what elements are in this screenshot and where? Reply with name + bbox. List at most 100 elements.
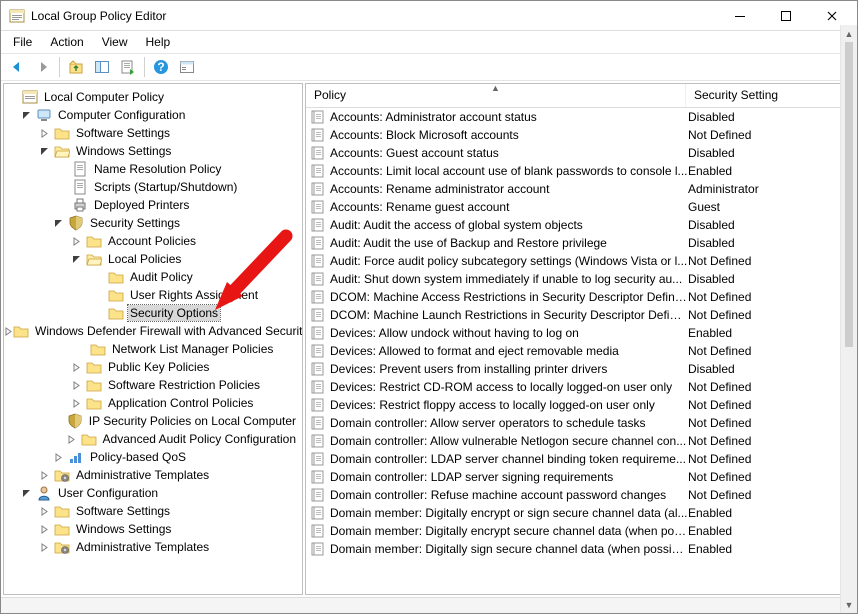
tree-expand-icon[interactable] bbox=[72, 237, 86, 246]
policy-icon bbox=[310, 325, 326, 341]
menu-view[interactable]: View bbox=[94, 33, 136, 51]
tree-expand-icon[interactable] bbox=[72, 381, 86, 390]
minimize-button[interactable] bbox=[717, 1, 763, 31]
help-button[interactable]: ? bbox=[149, 55, 173, 79]
tree-expand-icon[interactable] bbox=[40, 525, 54, 534]
tree-expand-icon[interactable] bbox=[40, 543, 54, 552]
policy-row[interactable]: Accounts: Rename administrator accountAd… bbox=[306, 180, 837, 198]
policy-row[interactable]: Accounts: Block Microsoft accountsNot De… bbox=[306, 126, 837, 144]
policy-row[interactable]: DCOM: Machine Launch Restrictions in Sec… bbox=[306, 306, 837, 324]
tree-public-key-policies[interactable]: Public Key Policies bbox=[4, 358, 302, 376]
tree-node-icon bbox=[108, 269, 124, 285]
policy-icon bbox=[310, 451, 326, 467]
policy-row[interactable]: Accounts: Guest account statusDisabled bbox=[306, 144, 837, 162]
tree-expand-icon[interactable] bbox=[22, 111, 36, 120]
policy-row[interactable]: Audit: Shut down system immediately if u… bbox=[306, 270, 837, 288]
policy-setting: Not Defined bbox=[688, 416, 833, 430]
policy-row[interactable]: DCOM: Machine Access Restrictions in Sec… bbox=[306, 288, 837, 306]
tree-expand-icon[interactable] bbox=[54, 453, 68, 462]
policy-row[interactable]: Domain member: Digitally encrypt secure … bbox=[306, 522, 837, 540]
tree-security-options[interactable]: Security Options bbox=[4, 304, 302, 322]
policy-row[interactable]: Domain controller: LDAP server signing r… bbox=[306, 468, 837, 486]
tree-expand-icon[interactable] bbox=[67, 435, 80, 444]
policy-row[interactable]: Devices: Restrict CD-ROM access to local… bbox=[306, 378, 837, 396]
policy-name: Audit: Force audit policy subcategory se… bbox=[330, 254, 688, 268]
tree-expand-icon[interactable] bbox=[72, 399, 86, 408]
policy-row[interactable]: Devices: Prevent users from installing p… bbox=[306, 360, 837, 378]
tree-admin-templates-user[interactable]: Administrative Templates bbox=[4, 538, 302, 556]
policy-row[interactable]: Audit: Audit the access of global system… bbox=[306, 216, 837, 234]
tree-windows-defender-firewall[interactable]: Windows Defender Firewall with Advanced … bbox=[4, 322, 302, 340]
tree-windows-settings-user[interactable]: Windows Settings bbox=[4, 520, 302, 538]
policy-icon bbox=[310, 181, 326, 197]
tree-advanced-audit[interactable]: Advanced Audit Policy Configuration bbox=[4, 430, 302, 448]
tree-expand-icon[interactable] bbox=[22, 489, 36, 498]
policy-setting: Disabled bbox=[688, 218, 833, 232]
tree-node-icon bbox=[22, 89, 38, 105]
tree-expand-icon[interactable] bbox=[40, 471, 54, 480]
tree-windows-settings[interactable]: Windows Settings bbox=[4, 142, 302, 160]
policy-name: Domain member: Digitally encrypt secure … bbox=[330, 524, 688, 538]
filter-button[interactable] bbox=[175, 55, 199, 79]
tree-expand-icon[interactable] bbox=[40, 147, 54, 156]
tree-root[interactable]: Local Computer Policy bbox=[4, 88, 302, 106]
tree-computer-config[interactable]: Computer Configuration bbox=[4, 106, 302, 124]
tree-node-label: Local Policies bbox=[106, 251, 183, 267]
policy-row[interactable]: Domain controller: LDAP server channel b… bbox=[306, 450, 837, 468]
policy-row[interactable]: Domain member: Digitally encrypt or sign… bbox=[306, 504, 837, 522]
vertical-scrollbar[interactable]: ▲ ▼ bbox=[840, 83, 855, 595]
tree-ip-security[interactable]: IP Security Policies on Local Computer bbox=[4, 412, 302, 430]
tree-user-rights[interactable]: User Rights Assignment bbox=[4, 286, 302, 304]
menu-file[interactable]: File bbox=[5, 33, 40, 51]
show-hide-tree-button[interactable] bbox=[90, 55, 114, 79]
tree-network-list-manager[interactable]: Network List Manager Policies bbox=[4, 340, 302, 358]
forward-button[interactable] bbox=[31, 55, 55, 79]
tree-local-policies[interactable]: Local Policies bbox=[4, 250, 302, 268]
tree-software-settings-user[interactable]: Software Settings bbox=[4, 502, 302, 520]
policy-row[interactable]: Devices: Allow undock without having to … bbox=[306, 324, 837, 342]
tree[interactable]: Local Computer PolicyComputer Configurat… bbox=[4, 84, 302, 594]
tree-expand-icon[interactable] bbox=[4, 327, 13, 336]
tree-policy-based-qos[interactable]: Policy-based QoS bbox=[4, 448, 302, 466]
tree-node-label: IP Security Policies on Local Computer bbox=[87, 413, 298, 429]
tree-expand-icon[interactable] bbox=[40, 129, 54, 138]
column-header-setting[interactable]: Security Setting bbox=[686, 84, 854, 107]
tree-deployed-printers[interactable]: Deployed Printers bbox=[4, 196, 302, 214]
policy-row[interactable]: Audit: Audit the use of Backup and Resto… bbox=[306, 234, 837, 252]
policy-row[interactable]: Accounts: Limit local account use of bla… bbox=[306, 162, 837, 180]
tree-node-label: Account Policies bbox=[106, 233, 198, 249]
tree-expand-icon[interactable] bbox=[72, 255, 86, 264]
scrollbar-thumb[interactable] bbox=[845, 83, 853, 347]
policy-setting: Not Defined bbox=[688, 308, 833, 322]
up-button[interactable] bbox=[64, 55, 88, 79]
tree-software-restriction[interactable]: Software Restriction Policies bbox=[4, 376, 302, 394]
tree-expand-icon[interactable] bbox=[72, 363, 86, 372]
export-list-button[interactable] bbox=[116, 55, 140, 79]
policy-row[interactable]: Devices: Restrict floppy access to local… bbox=[306, 396, 837, 414]
policy-row[interactable]: Devices: Allowed to format and eject rem… bbox=[306, 342, 837, 360]
tree-account-policies[interactable]: Account Policies bbox=[4, 232, 302, 250]
tree-admin-templates-computer[interactable]: Administrative Templates bbox=[4, 466, 302, 484]
tree-security-settings[interactable]: Security Settings bbox=[4, 214, 302, 232]
policy-row[interactable]: Domain controller: Allow server operator… bbox=[306, 414, 837, 432]
policy-row[interactable]: Domain controller: Allow vulnerable Netl… bbox=[306, 432, 837, 450]
tree-application-control[interactable]: Application Control Policies bbox=[4, 394, 302, 412]
tree-audit-policy[interactable]: Audit Policy bbox=[4, 268, 302, 286]
policy-row[interactable]: Audit: Force audit policy subcategory se… bbox=[306, 252, 837, 270]
list-body[interactable]: Accounts: Administrator account statusDi… bbox=[306, 108, 854, 594]
maximize-button[interactable] bbox=[763, 1, 809, 31]
tree-name-resolution[interactable]: Name Resolution Policy bbox=[4, 160, 302, 178]
policy-row[interactable]: Accounts: Administrator account statusDi… bbox=[306, 108, 837, 126]
menu-help[interactable]: Help bbox=[138, 33, 179, 51]
tree-expand-icon[interactable] bbox=[54, 219, 68, 228]
tree-user-config[interactable]: User Configuration bbox=[4, 484, 302, 502]
column-header-policy[interactable]: Policy▲ bbox=[306, 84, 686, 107]
back-button[interactable] bbox=[5, 55, 29, 79]
policy-row[interactable]: Accounts: Rename guest accountGuest bbox=[306, 198, 837, 216]
tree-software-settings[interactable]: Software Settings bbox=[4, 124, 302, 142]
menu-action[interactable]: Action bbox=[42, 33, 91, 51]
policy-row[interactable]: Domain member: Digitally sign secure cha… bbox=[306, 540, 837, 558]
tree-scripts[interactable]: Scripts (Startup/Shutdown) bbox=[4, 178, 302, 196]
policy-row[interactable]: Domain controller: Refuse machine accoun… bbox=[306, 486, 837, 504]
tree-expand-icon[interactable] bbox=[40, 507, 54, 516]
